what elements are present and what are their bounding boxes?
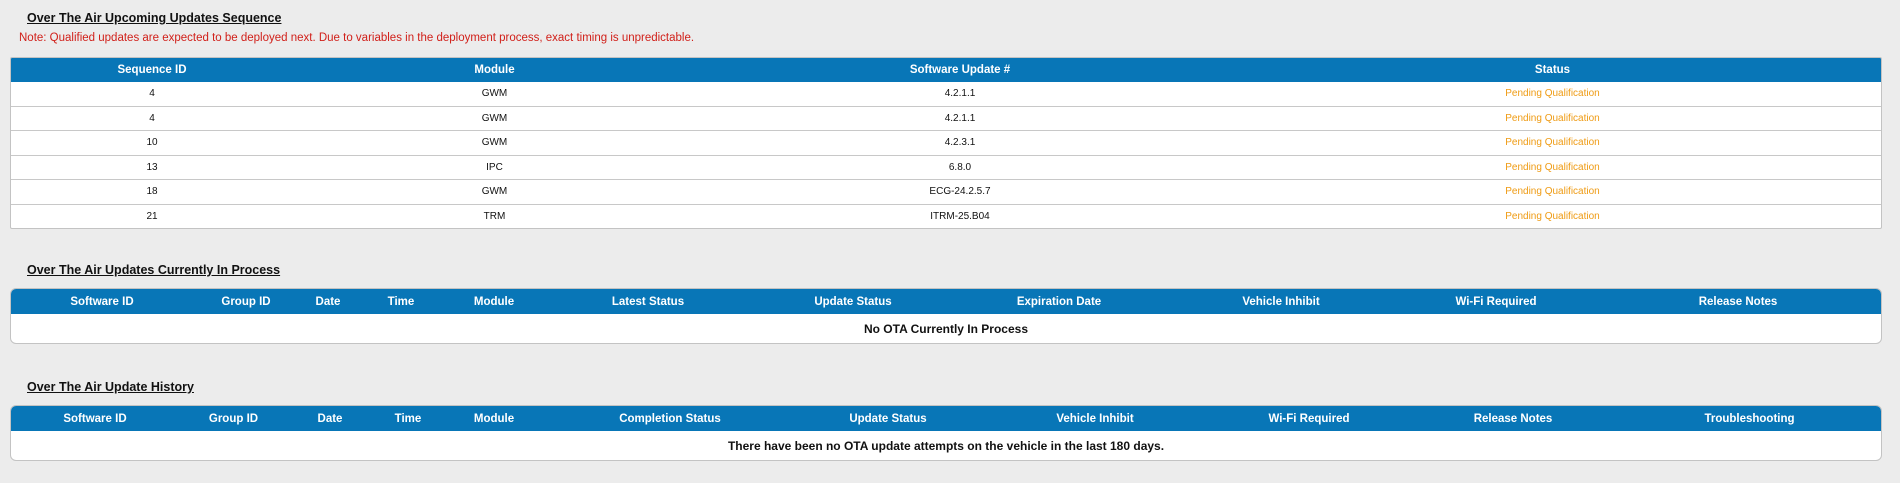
sequence-id-cell: 13 <box>11 154 293 180</box>
status-cell: Pending Qualification <box>1224 154 1881 180</box>
status-cell: Pending Qualification <box>1224 179 1881 204</box>
col-sequence-id: Sequence ID <box>11 58 293 82</box>
col-group-id: Group ID <box>193 289 299 314</box>
module-cell: IPC <box>293 154 696 180</box>
module-cell: GWM <box>481 88 508 100</box>
upcoming-note: Note: Qualified updates are expected to … <box>19 32 695 44</box>
col-update-status: Update Status <box>753 289 953 314</box>
col-date: Date <box>299 289 357 314</box>
sequence-id-cell: 4 <box>149 88 155 100</box>
col-software-update: Software Update # <box>696 58 1224 82</box>
upcoming-header-row: Sequence ID Module Software Update # Sta… <box>11 58 1881 82</box>
in-process-section-title: Over The Air Updates Currently In Proces… <box>27 263 281 277</box>
history-table: Software ID Group ID Date Time Module Co… <box>10 405 1882 461</box>
col-module: Module <box>445 289 543 314</box>
table-row: 4 GWM 4.2.1.1 Pending Qualification <box>11 105 1881 131</box>
table-row: 10 GWM 4.2.3.1 Pending Qualification <box>11 130 1881 155</box>
col-troubleshooting: Troubleshooting <box>1618 406 1881 431</box>
col-group-id: Group ID <box>179 406 288 431</box>
module-cell: GWM <box>293 105 696 131</box>
upcoming-updates-table: Sequence ID Module Software Update # Sta… <box>10 57 1882 229</box>
sequence-id-cell: 4 <box>11 105 293 131</box>
upcoming-section-title: Over The Air Upcoming Updates Sequence <box>27 11 282 25</box>
module-cell: GWM <box>293 130 696 155</box>
col-time: Time <box>372 406 444 431</box>
history-section-title: Over The Air Update History <box>27 380 194 394</box>
empty-row: No OTA Currently In Process <box>11 314 1881 343</box>
col-vehicle-inhibit: Vehicle Inhibit <box>980 406 1210 431</box>
software-update-cell: ITRM-25.B04 <box>696 203 1224 228</box>
col-status: Status <box>1224 58 1881 82</box>
no-ota-in-process-message: No OTA Currently In Process <box>863 321 1029 336</box>
table-row: 13 IPC 6.8.0 Pending Qualification <box>11 154 1881 180</box>
col-update-status: Update Status <box>796 406 980 431</box>
col-module: Module <box>444 406 544 431</box>
col-time: Time <box>357 289 445 314</box>
empty-row: There have been no OTA update attempts o… <box>11 431 1881 460</box>
col-module: Module <box>293 58 696 82</box>
status-cell: Pending Qualification <box>1224 130 1881 155</box>
col-release-notes: Release Notes <box>1408 406 1618 431</box>
software-update-cell: 4.2.1.1 <box>944 88 976 100</box>
table-row: 18 GWM ECG-24.2.5.7 Pending Qualificatio… <box>11 179 1881 204</box>
col-completion-status: Completion Status <box>544 406 796 431</box>
col-vehicle-inhibit: Vehicle Inhibit <box>1165 289 1397 314</box>
history-header-row: Software ID Group ID Date Time Module Co… <box>11 406 1881 431</box>
col-date: Date <box>288 406 372 431</box>
in-process-header-row: Software ID Group ID Date Time Module La… <box>11 289 1881 314</box>
col-wifi-required: Wi-Fi Required <box>1210 406 1408 431</box>
col-latest-status: Latest Status <box>543 289 753 314</box>
status-cell: Pending Qualification <box>1224 203 1881 228</box>
table-row: 4 GWM 4.2.1.1 Pending Qualification <box>11 82 1881 106</box>
col-wifi-required: Wi-Fi Required <box>1397 289 1595 314</box>
module-cell: TRM <box>293 203 696 228</box>
software-update-cell: ECG-24.2.5.7 <box>696 179 1224 204</box>
col-release-notes: Release Notes <box>1595 289 1881 314</box>
module-cell: GWM <box>293 179 696 204</box>
table-row: 21 TRM ITRM-25.B04 Pending Qualification <box>11 203 1881 228</box>
software-update-cell: 4.2.1.1 <box>696 105 1224 131</box>
sequence-id-cell: 18 <box>11 179 293 204</box>
software-update-cell: 4.2.3.1 <box>696 130 1224 155</box>
in-process-table: Software ID Group ID Date Time Module La… <box>10 288 1882 344</box>
software-update-cell: 6.8.0 <box>696 154 1224 180</box>
status-cell: Pending Qualification <box>1224 105 1881 131</box>
col-software-id: Software ID <box>11 289 193 314</box>
no-ota-history-message: There have been no OTA update attempts o… <box>727 438 1165 453</box>
col-expiration-date: Expiration Date <box>953 289 1165 314</box>
sequence-id-cell: 21 <box>11 203 293 228</box>
status-cell: Pending Qualification <box>1505 88 1600 100</box>
sequence-id-cell: 10 <box>11 130 293 155</box>
col-software-id: Software ID <box>11 406 179 431</box>
